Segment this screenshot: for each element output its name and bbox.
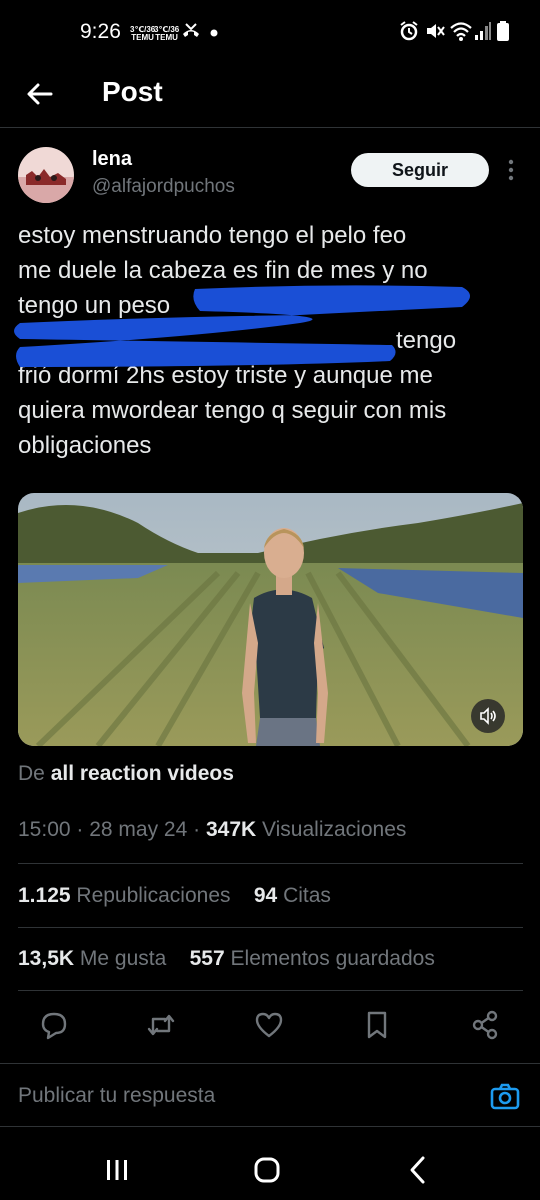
back-arrow-icon[interactable]: [22, 76, 58, 112]
post-text-line: estoy menstruando tengo el pelo feo: [18, 222, 407, 249]
reply-input[interactable]: Publicar tu respuesta: [18, 1084, 215, 1108]
page-title: Post: [102, 76, 163, 107]
likes-bookmarks-row: 13,5K Me gusta 557 Elementos guardados: [18, 947, 435, 971]
quotes-label: Citas: [283, 884, 331, 907]
reply-icon[interactable]: [38, 1009, 70, 1041]
author-name[interactable]: lena: [92, 148, 132, 171]
author-handle[interactable]: @alfajordpuchos: [92, 176, 235, 198]
bookmarks-count: 557: [189, 947, 225, 970]
divider: [18, 990, 523, 991]
wifi-icon: [450, 22, 472, 41]
reply-composer: Publicar tu respuesta: [0, 1063, 540, 1127]
top-app-bar: Post: [0, 64, 540, 128]
quotes-stat[interactable]: 94 Citas: [254, 884, 331, 907]
alarm-icon: [400, 21, 418, 41]
post-text-line: quiera mwordear tengo q seguir con mis: [18, 397, 447, 424]
quotes-count: 94: [253, 884, 278, 907]
bookmarks-stat[interactable]: 557 Elementos guardados: [190, 947, 435, 970]
volume-icon: [480, 707, 496, 725]
signal-icon: [475, 22, 491, 40]
share-icon[interactable]: [469, 1009, 501, 1041]
views-label: Visualizaciones: [262, 818, 407, 841]
repost-icon[interactable]: [145, 1009, 177, 1041]
more-options-icon[interactable]: [500, 156, 522, 184]
bookmarks-label: Elementos guardados: [230, 947, 435, 970]
dot-icon: [210, 29, 218, 37]
divider: [18, 863, 523, 864]
volume-button[interactable]: [471, 699, 505, 733]
video-player[interactable]: [18, 493, 523, 746]
post-source[interactable]: De all reaction videos: [18, 762, 234, 786]
likes-count: 13,5K: [18, 947, 75, 970]
reposts-label: Republicaciones: [76, 884, 231, 907]
recent-apps-icon[interactable]: [97, 1150, 137, 1190]
back-icon[interactable]: [398, 1150, 438, 1190]
missed-call-icon: [183, 23, 199, 37]
temu-badge-icon: 3℃/36 TEMU: [154, 25, 180, 42]
status-bar: 9:26 3℃/36 TEMU 3℃/36 TEMU: [0, 0, 540, 64]
temu-badge-icon: 3℃/36 TEMU: [130, 25, 156, 42]
post-text-line: obligaciones: [18, 432, 152, 459]
battery-icon: [497, 21, 509, 41]
views-count: 347K: [205, 818, 257, 841]
redaction-scribble: [14, 285, 470, 367]
avatar[interactable]: [18, 147, 74, 203]
follow-button[interactable]: Seguir: [351, 153, 489, 187]
likes-stat[interactable]: 13,5K Me gusta: [18, 947, 166, 970]
post-actions: [0, 1003, 540, 1047]
system-navigation-bar: [0, 1130, 540, 1200]
post-time: 15:00: [18, 818, 71, 841]
divider: [18, 927, 523, 928]
home-icon[interactable]: [247, 1150, 287, 1190]
like-heart-icon[interactable]: [253, 1009, 285, 1041]
post-date: 28 may 24: [89, 818, 188, 841]
reposts-quotes-row: 1.125 Republicaciones 94 Citas: [18, 884, 331, 908]
video-thumbnail: [18, 493, 523, 746]
status-time: 9:26: [80, 20, 121, 43]
post-meta: 15:00 · 28 may 24 · 347K Visualizaciones: [18, 818, 407, 841]
source-prefix: De: [18, 762, 45, 785]
reposts-count: 1.125: [18, 884, 71, 907]
bookmark-icon[interactable]: [361, 1009, 393, 1041]
likes-label: Me gusta: [79, 947, 167, 970]
camera-icon[interactable]: [489, 1081, 521, 1113]
source-name[interactable]: all reaction videos: [51, 762, 234, 785]
reposts-stat[interactable]: 1.125 Republicaciones: [18, 884, 231, 907]
mute-icon: [427, 24, 445, 38]
